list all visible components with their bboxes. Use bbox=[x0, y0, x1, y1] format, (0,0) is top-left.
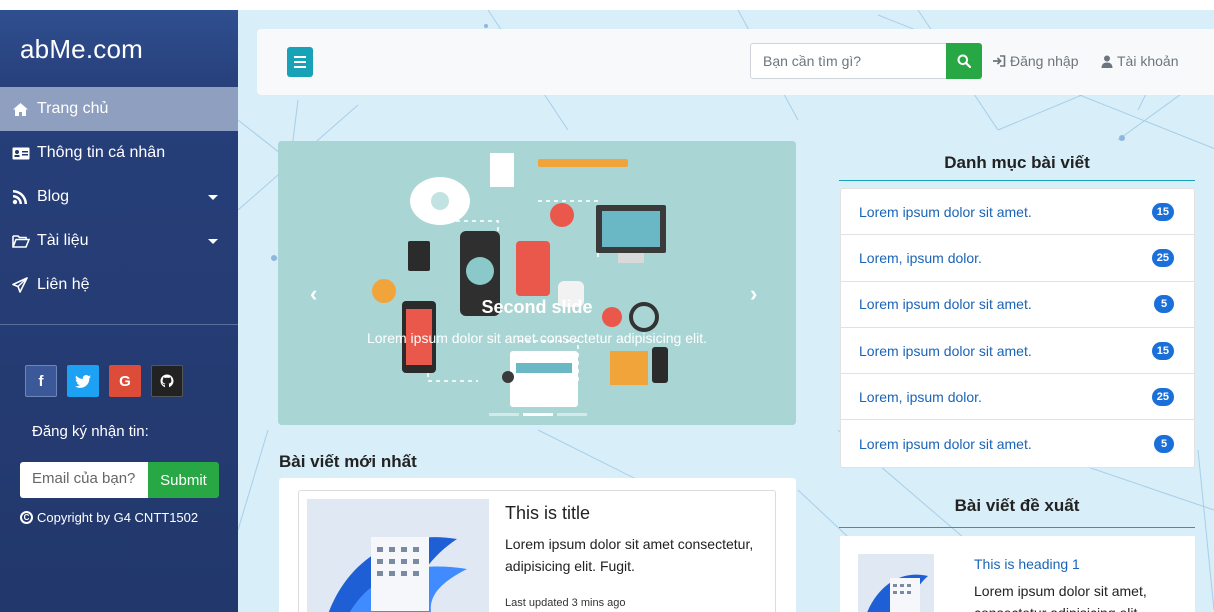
sidebar-item-profile[interactable]: Thông tin cá nhân bbox=[0, 131, 238, 175]
subscribe-label: Đăng ký nhận tin: bbox=[32, 423, 149, 440]
post-title[interactable]: This is title bbox=[505, 503, 590, 524]
categories-list: Lorem ipsum dolor sit amet. 15 Lorem, ips… bbox=[840, 188, 1195, 468]
chevron-down-icon bbox=[208, 239, 218, 244]
suggested-post-text: Lorem ipsum dolor sit amet, consectetur … bbox=[974, 583, 1147, 612]
carousel-indicator[interactable] bbox=[557, 413, 587, 416]
main-content: Bạn cần tìm gì? Đăng nhập Tài khoản ‹ › … bbox=[238, 10, 1214, 612]
account-link[interactable]: Tài khoản bbox=[1101, 53, 1178, 69]
sidebar-item-label: Blog bbox=[37, 188, 70, 205]
sidebar-item-documents[interactable]: Tài liệu bbox=[0, 219, 238, 263]
paper-plane-icon bbox=[12, 277, 34, 293]
facebook-icon[interactable]: f bbox=[25, 365, 57, 397]
image-carousel[interactable]: ‹ › Second slide Lorem ipsum dolor sit a… bbox=[278, 141, 796, 425]
count-badge: 5 bbox=[1154, 434, 1174, 453]
sidebar-item-blog[interactable]: Blog bbox=[0, 175, 238, 219]
brand-logo[interactable]: abMe.com bbox=[0, 10, 238, 87]
chevron-down-icon bbox=[208, 195, 218, 200]
latest-posts-title: Bài viết mới nhất bbox=[279, 452, 417, 471]
carousel-indicator-active[interactable] bbox=[523, 413, 553, 416]
home-icon bbox=[12, 102, 34, 117]
carousel-indicator[interactable] bbox=[489, 413, 519, 416]
sign-in-icon bbox=[993, 55, 1006, 67]
login-link[interactable]: Đăng nhập bbox=[992, 53, 1079, 69]
copyright-icon: C bbox=[20, 511, 33, 524]
categories-title: Danh mục bài viết bbox=[839, 141, 1195, 181]
list-item[interactable]: Lorem ipsum dolor sit amet. 5 bbox=[841, 420, 1194, 466]
post-thumbnail[interactable] bbox=[307, 499, 489, 612]
search-input[interactable]: Bạn cần tìm gì? bbox=[750, 43, 947, 79]
search-button[interactable] bbox=[946, 43, 982, 79]
sidebar-item-label: Trang chủ bbox=[37, 100, 109, 117]
carousel-indicators bbox=[489, 413, 587, 416]
twitter-icon[interactable] bbox=[67, 365, 99, 397]
sidebar-item-label: Thông tin cá nhân bbox=[37, 144, 166, 161]
copyright: C Copyright by G4 CNTT1502 bbox=[0, 498, 238, 525]
list-item[interactable]: Lorem ipsum dolor sit amet. 5 bbox=[841, 282, 1194, 328]
submit-button[interactable]: Submit bbox=[148, 462, 219, 498]
top-navbar: Bạn cần tìm gì? Đăng nhập Tài khoản bbox=[257, 29, 1214, 95]
count-badge: 25 bbox=[1151, 248, 1174, 267]
menu-toggle-button[interactable] bbox=[287, 47, 313, 77]
latest-posts-panel: This is title Lorem ipsum dolor sit amet… bbox=[279, 478, 796, 612]
count-badge: 25 bbox=[1151, 387, 1174, 406]
count-badge: 15 bbox=[1151, 341, 1174, 360]
suggested-post-card[interactable]: This is heading 1 Lorem ipsum dolor sit … bbox=[840, 536, 1195, 612]
folder-open-icon bbox=[12, 234, 34, 248]
list-item[interactable]: Lorem ipsum dolor sit amet. 15 bbox=[841, 328, 1194, 375]
search-icon bbox=[957, 54, 971, 68]
blog-icon bbox=[12, 189, 34, 205]
id-card-icon bbox=[12, 147, 34, 160]
user-icon bbox=[1101, 55, 1113, 68]
post-card[interactable]: This is title Lorem ipsum dolor sit amet… bbox=[298, 490, 776, 612]
suggested-post-heading[interactable]: This is heading 1 bbox=[974, 556, 1080, 572]
suggested-post-thumbnail[interactable] bbox=[858, 554, 934, 612]
list-item[interactable]: Lorem, ipsum dolor. 25 bbox=[841, 374, 1194, 421]
sidebar-item-label: Liên hệ bbox=[37, 276, 90, 293]
list-item[interactable]: Lorem, ipsum dolor. 25 bbox=[841, 235, 1194, 282]
copyright-text: Copyright by G4 CNTT1502 bbox=[37, 510, 199, 525]
google-icon[interactable]: G bbox=[109, 365, 141, 397]
email-field[interactable]: Email của bạn? bbox=[20, 462, 148, 498]
sidebar-item-home[interactable]: Trang chủ bbox=[0, 87, 238, 131]
sidebar-item-label: Tài liệu bbox=[37, 232, 89, 249]
count-badge: 15 bbox=[1151, 202, 1174, 221]
suggested-posts-title: Bài viết đề xuất bbox=[839, 496, 1195, 528]
sidebar: abMe.com Trang chủ Thông tin cá nhân Blo… bbox=[0, 10, 238, 612]
post-excerpt: Lorem ipsum dolor sit amet consectetur, … bbox=[505, 536, 754, 574]
github-icon[interactable] bbox=[151, 365, 183, 397]
carousel-caption-title: Second slide bbox=[481, 297, 593, 317]
sidebar-item-contact[interactable]: Liên hệ bbox=[0, 263, 238, 307]
social-links: f G bbox=[0, 325, 238, 397]
subscribe-form: Email của bạn? Submit bbox=[20, 462, 238, 498]
count-badge: 5 bbox=[1154, 295, 1174, 314]
post-timestamp: Last updated 3 mins ago bbox=[505, 597, 626, 609]
list-item[interactable]: Lorem ipsum dolor sit amet. 15 bbox=[841, 189, 1194, 236]
carousel-slide-image bbox=[278, 141, 796, 425]
carousel-caption-text: Lorem ipsum dolor sit amet consectetur a… bbox=[366, 330, 708, 346]
